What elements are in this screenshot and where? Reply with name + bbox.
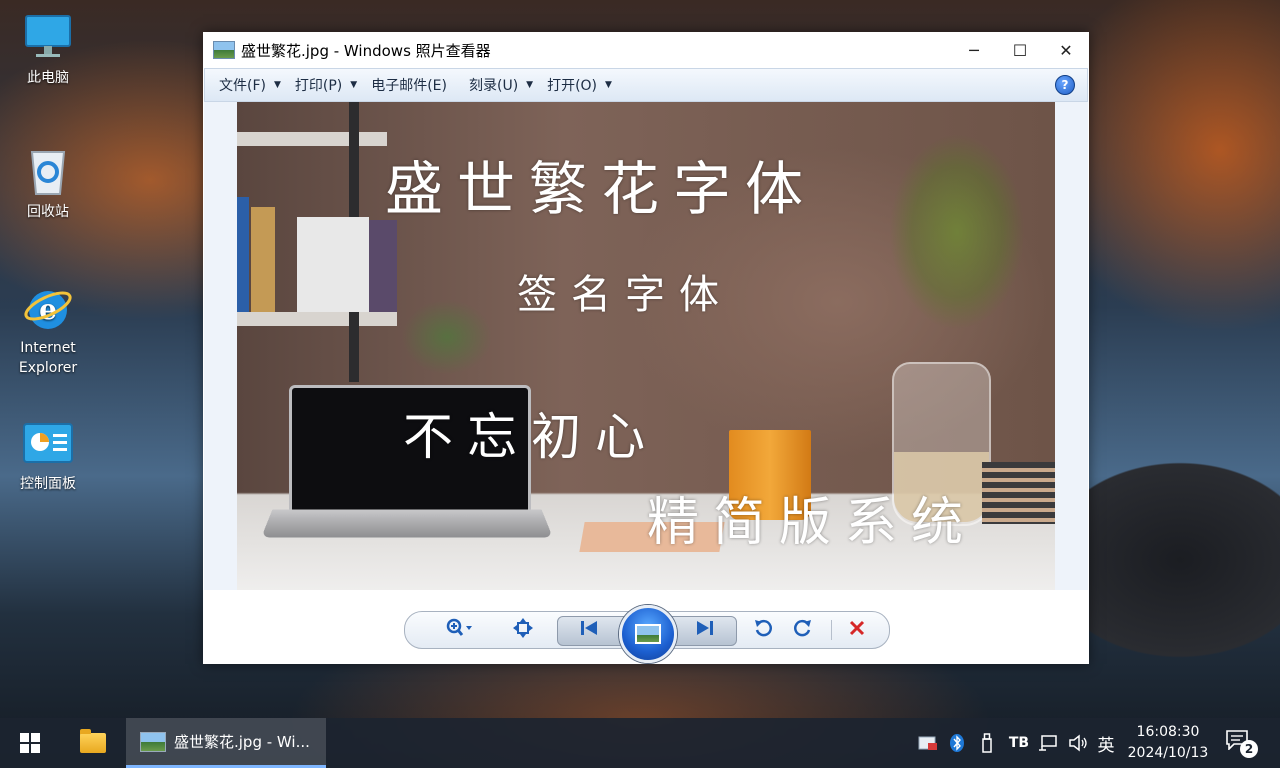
- windows-logo-icon: [20, 733, 40, 753]
- toolbar-divider: [831, 620, 832, 640]
- rotate-counterclockwise-icon: [753, 618, 773, 642]
- previous-icon: [580, 620, 598, 640]
- menu-label: 电子邮件(E): [371, 78, 447, 94]
- shelf: [237, 312, 397, 326]
- clock[interactable]: 16:08:30 2024/10/13: [1118, 722, 1218, 764]
- rotate-clockwise-button[interactable]: [791, 618, 815, 642]
- delete-icon: [848, 619, 866, 641]
- action-center-button[interactable]: 2: [1226, 730, 1258, 758]
- menu-bar: 文件(F) ▼ 打印(P) ▼ 电子邮件(E) 刻录(U) ▼ 打开(O) ▼ ?: [204, 68, 1088, 102]
- control-panel-icon: [22, 418, 74, 470]
- chevron-down-icon: ▼: [605, 80, 612, 90]
- usb-drive-icon[interactable]: [976, 718, 998, 768]
- photo-viewer-window: 盛世繁花.jpg - Windows 照片查看器 ─ ☐ ✕ 文件(F) ▼ 打印…: [203, 32, 1089, 664]
- volume-icon[interactable]: [1066, 718, 1090, 768]
- desktop-icon-computer[interactable]: 此电脑: [8, 12, 88, 88]
- zoom-button[interactable]: [439, 618, 479, 642]
- rotate-clockwise-icon: [793, 618, 813, 642]
- taskbar-app-label: 盛世繁花.jpg - Wi...: [174, 733, 310, 751]
- notification-count-badge: 2: [1240, 740, 1258, 758]
- photo-text-line3: 不忘初心: [403, 408, 659, 466]
- desktop-icon-label: Internet Explorer: [18, 340, 78, 376]
- rotate-counterclockwise-button[interactable]: [751, 618, 775, 642]
- slideshow-icon: [635, 624, 661, 644]
- taskbar: 盛世繁花.jpg - Wi... TB 英 16:08:30 2024/10/1…: [0, 718, 1280, 768]
- input-method-indicator[interactable]: 英: [1094, 718, 1118, 768]
- window-title: 盛世繁花.jpg - Windows 照片查看器: [241, 41, 491, 60]
- taskbar-app-photo-viewer[interactable]: 盛世繁花.jpg - Wi...: [126, 718, 326, 768]
- viewer-toolbar: [404, 605, 890, 663]
- book: [237, 197, 249, 312]
- desktop-icon-control-panel[interactable]: 控制面板: [8, 418, 88, 494]
- bluetooth-icon[interactable]: [946, 718, 968, 768]
- zoom-icon: [445, 618, 473, 642]
- menu-open[interactable]: 打开(O) ▼: [533, 69, 612, 101]
- potted-plant: [387, 282, 507, 392]
- plant: [857, 112, 1055, 372]
- previous-button[interactable]: [575, 618, 603, 642]
- next-button[interactable]: [691, 618, 719, 642]
- photo-text-subtitle: 签名字体: [517, 272, 733, 318]
- slideshow-button[interactable]: [619, 605, 677, 663]
- menu-label: 刻录(U): [468, 78, 519, 94]
- clock-time: 16:08:30: [1136, 724, 1200, 740]
- menu-label: 打印(P): [294, 78, 343, 94]
- menu-label: 文件(F): [219, 78, 266, 94]
- close-button[interactable]: ✕: [1043, 32, 1089, 68]
- menu-burn[interactable]: 刻录(U) ▼: [455, 69, 533, 101]
- menu-file[interactable]: 文件(F) ▼: [205, 69, 281, 101]
- photo-text-line4: 精简版系统: [647, 493, 978, 553]
- help-button[interactable]: ?: [1055, 75, 1075, 95]
- tray-app-icon[interactable]: [914, 718, 942, 768]
- chevron-down-icon: ▼: [350, 80, 358, 90]
- maximize-button[interactable]: ☐: [997, 32, 1043, 68]
- folder-icon: [80, 729, 106, 753]
- menu-email[interactable]: 电子邮件(E): [357, 69, 455, 101]
- desktop-icon-recycle-bin[interactable]: 回收站: [8, 146, 88, 222]
- desktop-icon-label: 回收站: [27, 204, 69, 220]
- menu-print[interactable]: 打印(P) ▼: [281, 69, 357, 101]
- start-button[interactable]: [0, 718, 60, 768]
- photo-viewer-app-icon: [140, 731, 166, 752]
- title-bar[interactable]: 盛世繁花.jpg - Windows 照片查看器 ─ ☐ ✕: [203, 32, 1089, 68]
- menu-label: 打开(O): [547, 78, 598, 94]
- image-viewport: 盛世繁花字体 签名字体 不忘初心 精简版系统: [204, 102, 1088, 590]
- book: [251, 207, 275, 312]
- displayed-photo: 盛世繁花字体 签名字体 不忘初心 精简版系统: [237, 102, 1055, 590]
- tb-app-icon[interactable]: TB: [1006, 718, 1032, 768]
- desktop-icon-internet-explorer[interactable]: e Internet Explorer: [8, 282, 88, 378]
- actual-size-button[interactable]: [509, 618, 537, 642]
- desktop-icon-label: 控制面板: [20, 476, 76, 492]
- recycle-bin-icon: [22, 146, 74, 198]
- next-icon: [696, 620, 714, 640]
- chevron-down-icon: ▼: [273, 80, 281, 90]
- computer-icon: [22, 12, 74, 64]
- delete-button[interactable]: [845, 618, 869, 642]
- minimize-button[interactable]: ─: [951, 32, 997, 68]
- network-icon[interactable]: [1036, 718, 1060, 768]
- photo-viewer-app-icon: [213, 41, 235, 59]
- chevron-down-icon: ▼: [526, 80, 534, 90]
- actual-size-icon: [513, 618, 533, 642]
- shelf: [237, 132, 387, 146]
- photo-text-title: 盛世繁花字体: [385, 155, 818, 223]
- clock-date: 2024/10/13: [1127, 745, 1209, 761]
- desktop-icon-label: 此电脑: [27, 70, 69, 86]
- book-stack: [982, 462, 1055, 524]
- file-explorer-button[interactable]: [64, 718, 122, 768]
- internet-explorer-icon: e: [22, 282, 74, 334]
- book: [297, 217, 369, 312]
- laptop-base: [261, 509, 553, 538]
